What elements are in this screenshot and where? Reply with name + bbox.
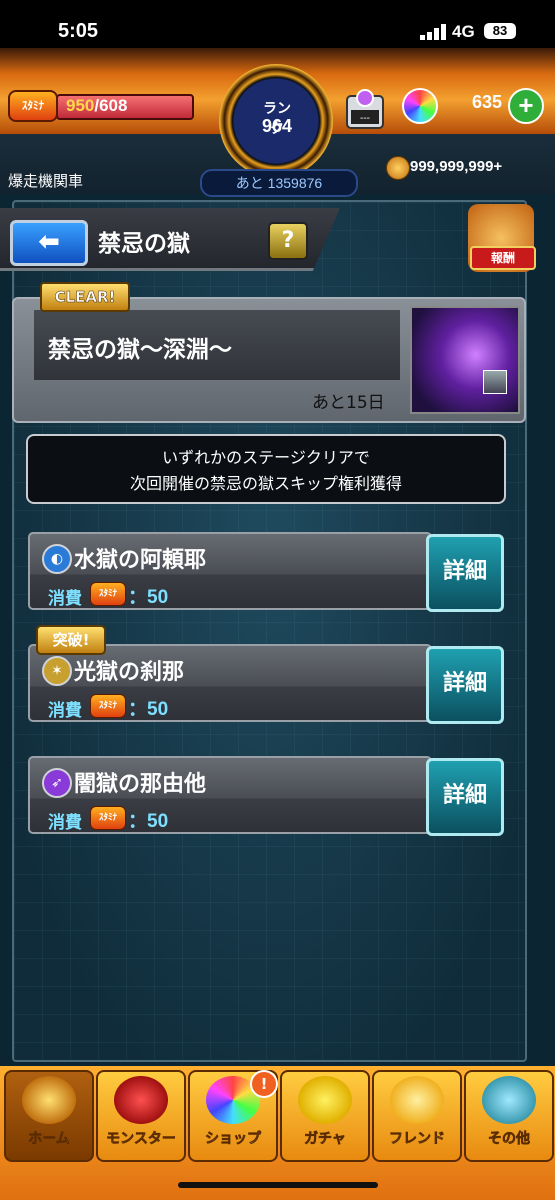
status-time: 5:05 <box>58 20 99 42</box>
cost-value: ：50 <box>128 587 169 608</box>
network-type: 4G <box>452 22 475 41</box>
stage-name: 光獄の刹那 <box>74 660 185 685</box>
stage-row-dark[interactable]: ➶ 闇獄の那由他 消費 ｽﾀﾐﾅ ：50 詳細 <box>28 756 504 836</box>
add-orb-button[interactable]: + <box>508 88 544 124</box>
light-element-icon: ✶ <box>42 656 72 686</box>
notice-line-2: 次回開催の禁忌の獄スキップ権利獲得 <box>129 474 402 493</box>
nav-friend[interactable]: フレンド <box>372 1070 462 1162</box>
cost-label: 消費 <box>48 589 82 609</box>
username: 爆走機関車 <box>8 172 84 190</box>
nav-monster[interactable]: モンスター <box>96 1070 186 1162</box>
cost-label: 消費 <box>48 701 82 721</box>
help-button[interactable]: ? <box>268 222 308 260</box>
stage-row-light[interactable]: ✶ 光獄の刹那 消費 ｽﾀﾐﾅ ：50 詳細 <box>28 644 504 724</box>
detail-button[interactable]: 詳細 <box>426 758 504 836</box>
stamina-icon: ｽﾀﾐﾅ <box>90 582 126 606</box>
nav-label: ホーム <box>28 1131 70 1148</box>
signal-icon <box>420 24 446 40</box>
nav-other[interactable]: その他 <box>464 1070 554 1162</box>
stamina-value: 950/608 <box>66 96 127 116</box>
gacha-icon <box>298 1076 352 1124</box>
rank-next-exp: あと 1359876 <box>200 169 358 197</box>
orb-count: 635 <box>471 92 502 112</box>
event-thumbnail <box>410 306 520 414</box>
breakthrough-badge: 突破! <box>36 625 106 655</box>
home-icon <box>22 1076 76 1124</box>
cost-label: 消費 <box>48 813 82 833</box>
cube-icon <box>483 370 507 394</box>
coin-count: 999,999,999+ <box>410 158 503 175</box>
orb-icon <box>402 88 438 124</box>
stamina-current: 950 <box>66 96 95 115</box>
coin-icon <box>386 156 410 180</box>
detail-button[interactable]: 詳細 <box>426 534 504 612</box>
stage-row-water[interactable]: ◐ 水獄の阿頼耶 消費 ｽﾀﾐﾅ ：50 詳細 <box>28 532 504 612</box>
nav-home[interactable]: ホーム <box>4 1070 94 1162</box>
rank-value: 964 <box>261 116 293 136</box>
water-element-icon: ◐ <box>42 544 72 574</box>
battery-icon: 83 <box>484 23 516 39</box>
monster-icon <box>114 1076 168 1124</box>
clear-badge: CLEAR! <box>40 282 130 312</box>
back-button[interactable]: ⬅ <box>10 220 88 266</box>
reward-label[interactable]: 報酬 <box>470 246 536 270</box>
friend-icon <box>390 1076 444 1124</box>
nav-label: モンスター <box>106 1131 176 1148</box>
stage-name: 闇獄の那由他 <box>74 772 207 797</box>
other-icon <box>482 1076 536 1124</box>
shop-alert-badge: ! <box>250 1070 278 1098</box>
nav-label: フレンド <box>389 1131 446 1148</box>
nav-gacha[interactable]: ガチャ <box>280 1070 370 1162</box>
detail-button[interactable]: 詳細 <box>426 646 504 724</box>
notice-line-1: いずれかのステージクリアで <box>162 448 370 467</box>
dark-element-icon: ➶ <box>42 768 72 798</box>
stamina-icon: ｽﾀﾐﾅ <box>8 90 58 122</box>
stage-name: 水獄の阿頼耶 <box>74 548 207 573</box>
nav-label: ショップ <box>205 1131 262 1148</box>
event-remaining: あと15日 <box>312 393 385 413</box>
cost-value: ：50 <box>128 811 169 832</box>
stamina-icon: ｽﾀﾐﾅ <box>90 806 126 830</box>
box-icon[interactable]: --- <box>345 86 385 130</box>
event-title: 禁忌の獄～深淵～ <box>48 337 232 363</box>
stamina-icon: ｽﾀﾐﾅ <box>90 694 126 718</box>
nav-label: その他 <box>488 1131 531 1148</box>
page-title: 禁忌の獄 <box>98 231 190 257</box>
stamina-max: /608 <box>94 96 128 115</box>
home-indicator <box>178 1182 378 1188</box>
cost-value: ：50 <box>128 699 169 720</box>
nav-label: ガチャ <box>304 1131 346 1148</box>
box-label: --- <box>360 113 370 124</box>
